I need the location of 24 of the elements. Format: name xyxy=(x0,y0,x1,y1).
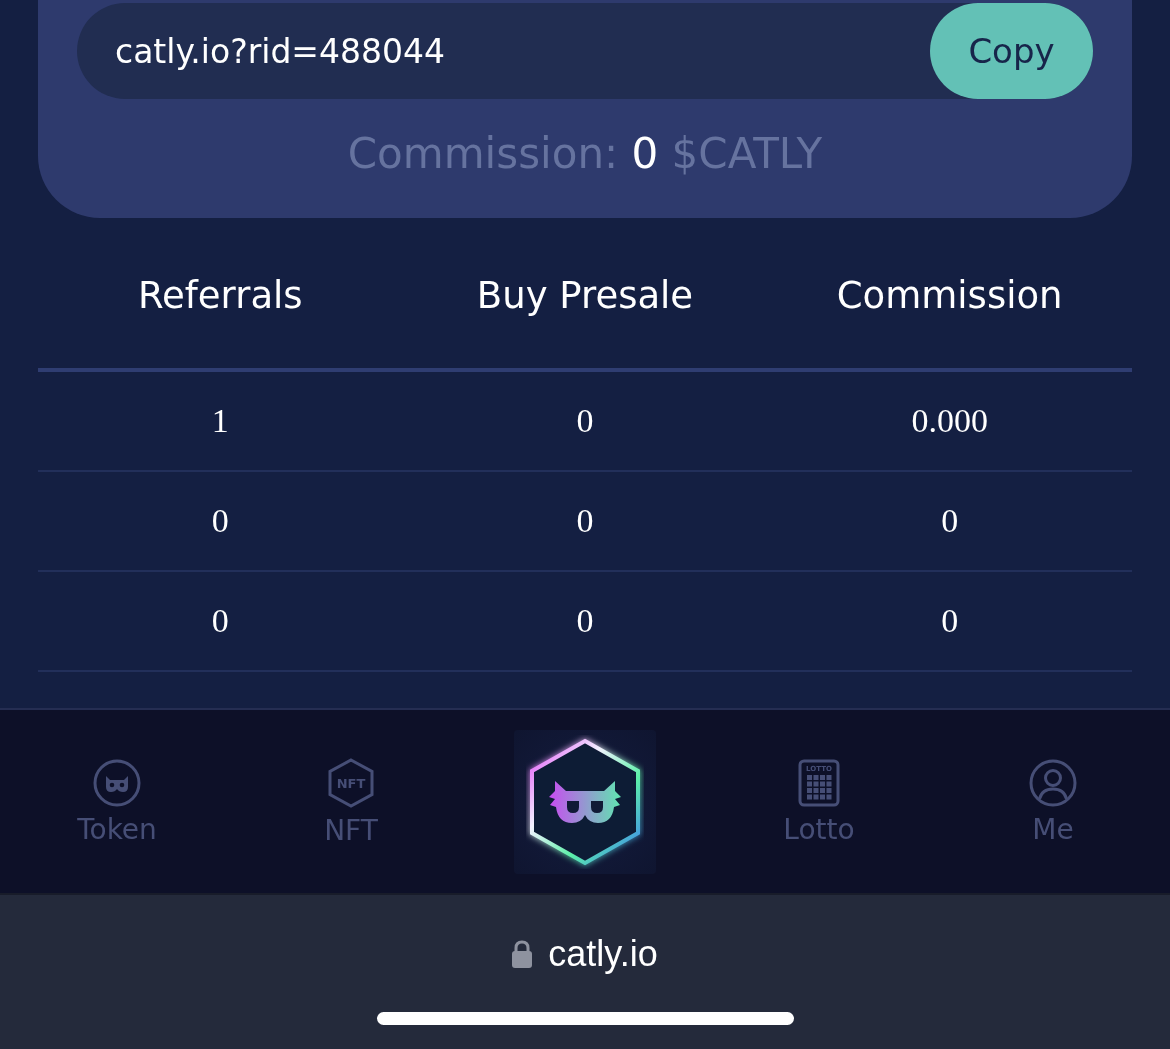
table-cell: 0 xyxy=(941,601,959,641)
url-text[interactable]: catly.io xyxy=(548,933,658,975)
nav-tab[interactable]: Me xyxy=(1029,756,1077,847)
table-cell: 0 xyxy=(211,501,229,541)
column-header: Commission xyxy=(836,274,1063,318)
table-cell: 0 xyxy=(576,401,594,441)
nav-tab[interactable]: Token xyxy=(77,756,157,847)
column-header: Buy Presale xyxy=(476,274,694,318)
table-cell: 1 xyxy=(211,401,229,441)
table-cell: 0.000 xyxy=(911,401,988,441)
commission-summary: Commission: 0 $CATLY xyxy=(346,129,824,178)
nav-tab[interactable]: NFT NFT xyxy=(324,755,378,848)
nft-hexagon-icon: NFT xyxy=(328,757,374,808)
table-cell: 0 xyxy=(576,601,594,641)
copy-button[interactable]: Copy xyxy=(930,3,1093,99)
user-profile-icon xyxy=(1029,758,1077,807)
referral-link-field[interactable]: catly.io?rid=488044 Copy xyxy=(77,3,1093,99)
lock-icon xyxy=(512,940,533,968)
column-header: Referrals xyxy=(138,274,303,318)
table-cell: 0 xyxy=(211,601,229,641)
cat-coin-icon xyxy=(93,758,141,807)
table-cell: 0 xyxy=(941,501,959,541)
cat-logo-button[interactable] xyxy=(514,729,656,874)
table-cell: 0 xyxy=(576,501,594,541)
